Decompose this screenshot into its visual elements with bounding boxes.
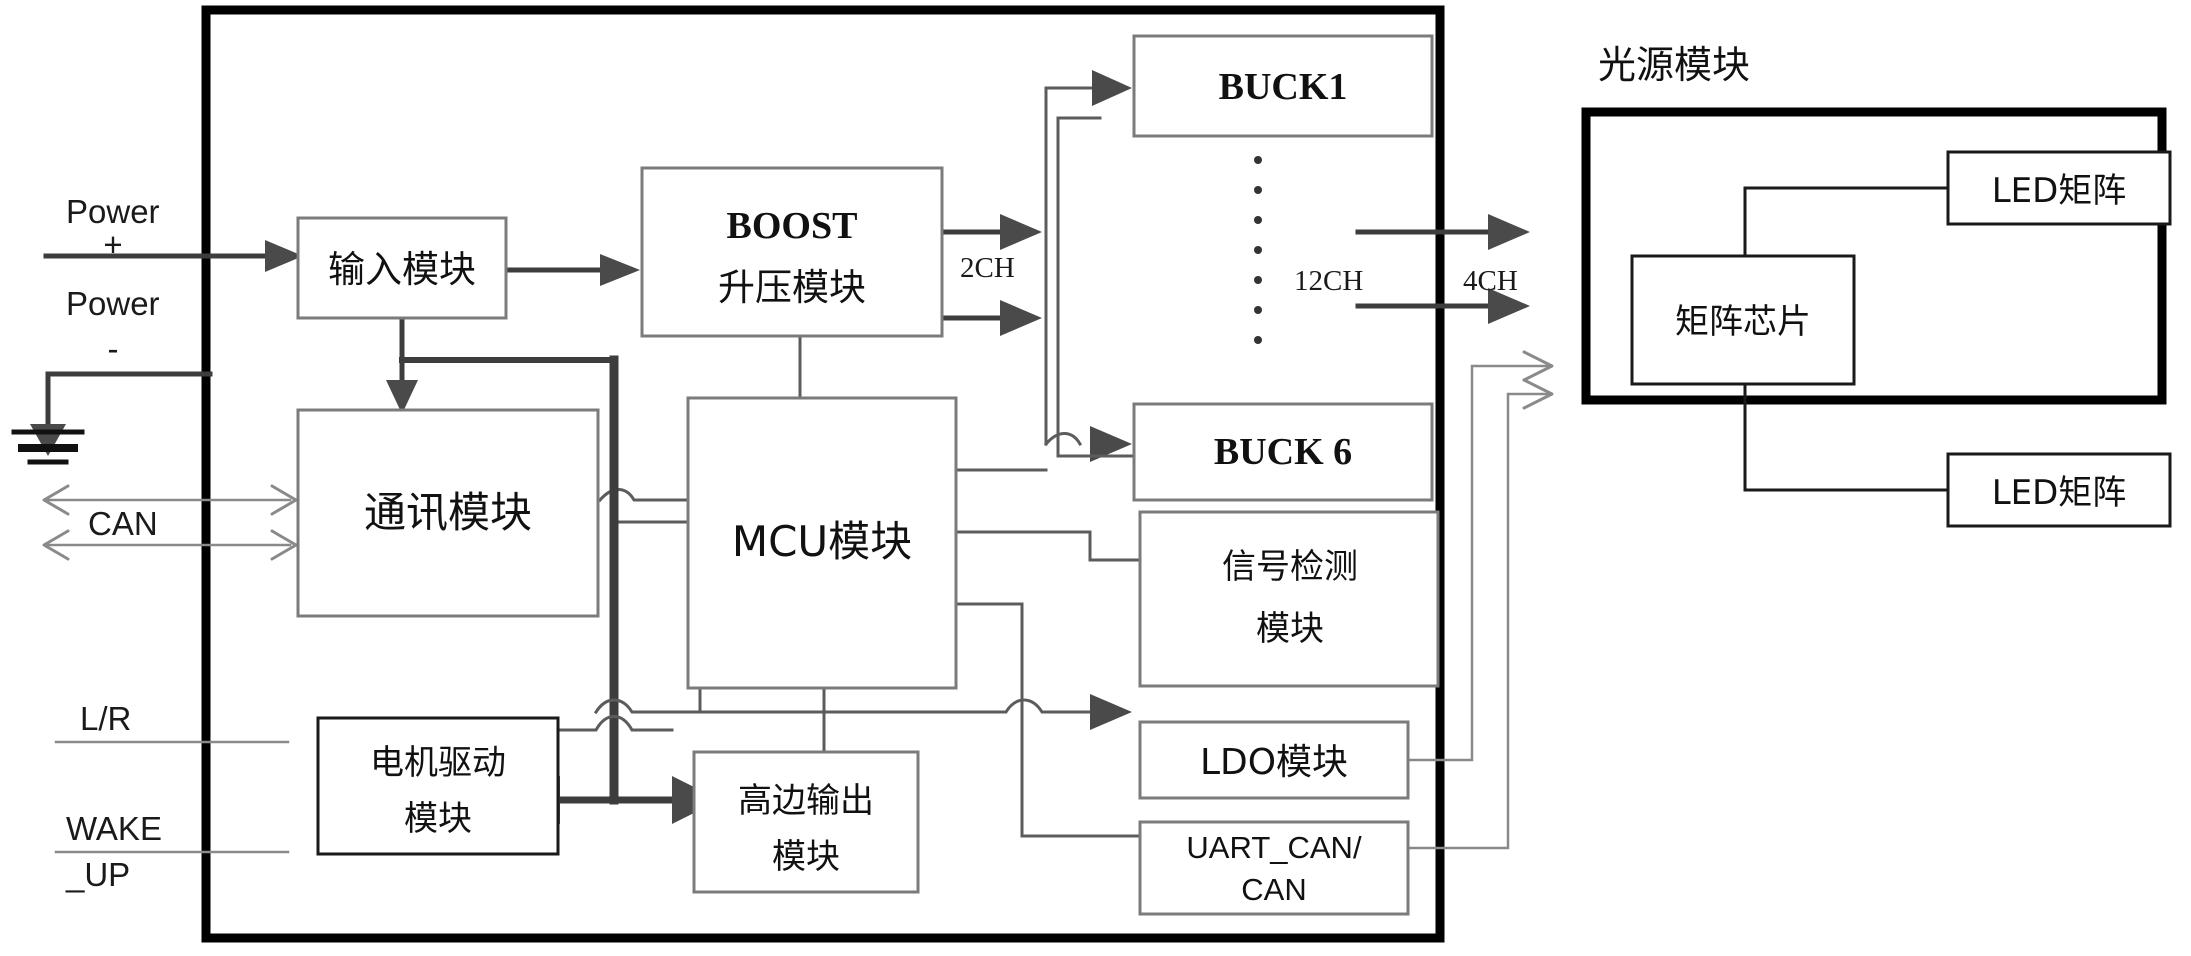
label-signal-detect-line1: 信号检测 (1222, 547, 1358, 587)
label-mcu-module: MCU模块 (732, 517, 912, 566)
wire-buck6-feed (1043, 432, 1083, 447)
label-4ch: 4CH (1463, 265, 1518, 297)
label-motor-drive-line1: 电机驱动 (370, 743, 506, 783)
label-power-plus-line1: Power (66, 193, 160, 230)
arrowhead-input-to-boost (600, 254, 640, 286)
label-boost-line1: BOOST (727, 205, 858, 247)
label-led-matrix-top: LED矩阵 (1992, 171, 2127, 211)
arrowhead-buck1 (1092, 70, 1132, 106)
label-12ch: 12CH (1294, 265, 1363, 297)
wire-power-minus (45, 371, 213, 427)
label-signal-detect-line2: 模块 (1256, 609, 1324, 649)
label-power-plus-line2: + (103, 226, 122, 263)
label-buck6: BUCK 6 (1214, 431, 1352, 473)
label-input-module: 输入模块 (328, 248, 476, 291)
label-matrix-chip: 矩阵芯片 (1675, 302, 1811, 342)
label-motor-drive-line2: 模块 (404, 799, 472, 839)
label-light-source-title: 光源模块 (1598, 43, 1750, 87)
wire-highside-top (593, 698, 826, 715)
label-ldo-module: LDO模块 (1200, 742, 1348, 783)
label-uart-can-line2: CAN (1241, 872, 1306, 907)
label-wake-up-line1: WAKE (66, 810, 162, 847)
label-led-matrix-bottom: LED矩阵 (1992, 473, 2127, 513)
block-boost-module[interactable] (640, 166, 944, 338)
label-power-minus-line2: - (108, 330, 119, 367)
wire-mcu-to-signal (953, 530, 1142, 562)
label-2ch: 2CH (960, 252, 1015, 284)
label-comm-module: 通讯模块 (364, 488, 532, 537)
arrowhead-4ch-1 (1488, 214, 1530, 250)
block-diagram-canvas: Power + Power - CAN L/R WAKE _UP 输入模块 BO… (0, 0, 2191, 956)
arrowhead-boost-out-2 (1000, 300, 1042, 336)
label-uart-can-line1: UART_CAN/ (1186, 830, 1362, 865)
buck-ellipsis-dots (1254, 156, 1262, 344)
label-wake-up-line2: _UP (65, 856, 130, 893)
label-boost-line2: 升压模块 (718, 266, 866, 309)
wire-ldo-branch (698, 698, 1092, 714)
label-highside-line1: 高边输出 (738, 781, 874, 821)
arrowhead-ldo (1090, 694, 1132, 730)
block-signal-detect[interactable] (1138, 510, 1440, 688)
label-buck1: BUCK1 (1219, 66, 1348, 108)
label-can: CAN (88, 505, 158, 542)
label-lr: L/R (80, 700, 131, 737)
arrowhead-boost-out-1 (1000, 214, 1042, 250)
label-power-minus-line1: Power (66, 285, 160, 322)
label-highside-line2: 模块 (772, 837, 840, 877)
